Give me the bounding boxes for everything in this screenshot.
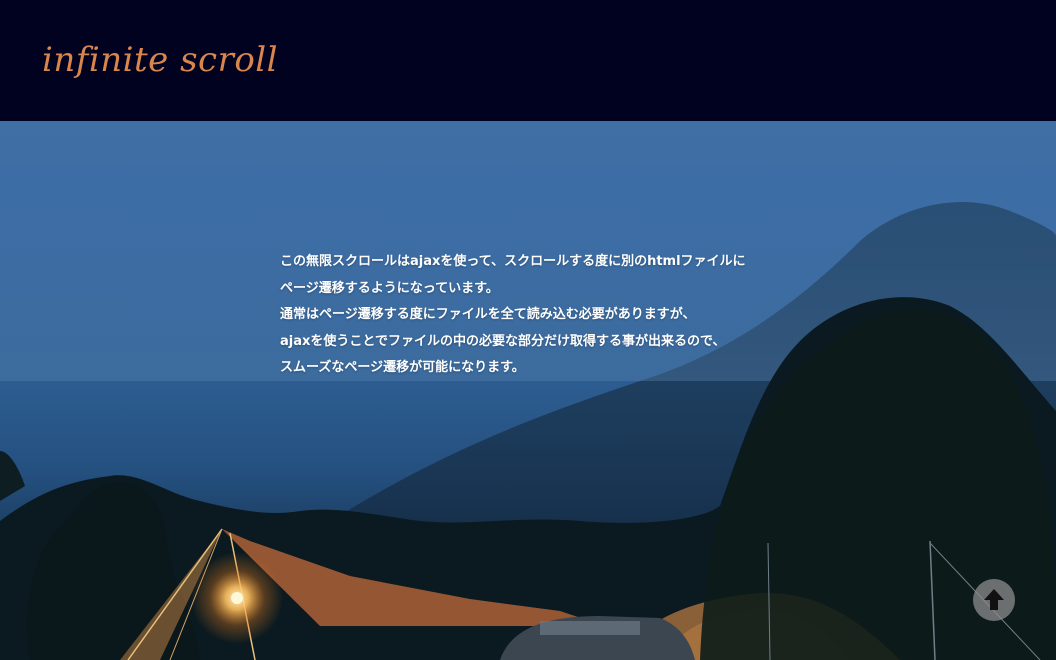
intro-line-2: ページ遷移するようになっています。 bbox=[280, 280, 499, 296]
intro-text: この無限スクロールはajaxを使って、スクロールする度に別のhtmlファイルに … bbox=[280, 249, 800, 382]
intro-line-3: 通常はページ遷移する度にファイルを全て読み込む必要がありますが、 bbox=[280, 307, 696, 322]
arrow-up-icon bbox=[984, 589, 1004, 610]
intro-line-1: この無限スクロールはajaxを使って、スクロールする度に別のhtmlファイルに bbox=[280, 254, 746, 269]
scroll-to-top-button[interactable] bbox=[973, 579, 1015, 621]
site-logo[interactable]: infinite scroll bbox=[42, 40, 278, 80]
hero-section: この無限スクロールはajaxを使って、スクロールする度に別のhtmlファイルに … bbox=[0, 121, 1056, 660]
intro-line-5: スムーズなページ遷移が可能になります。 bbox=[280, 360, 525, 375]
hero-background-image bbox=[0, 181, 1056, 660]
site-header: infinite scroll bbox=[0, 0, 1056, 121]
intro-line-4: ajaxを使うことでファイルの中の必要な部分だけ取得する事が出来るので、 bbox=[280, 333, 726, 349]
